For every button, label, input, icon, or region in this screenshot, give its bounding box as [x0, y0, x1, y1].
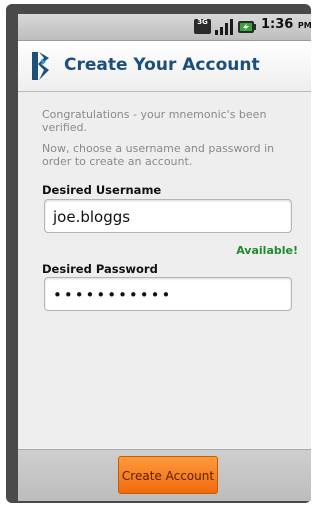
- bottom-action-bar: Create Account: [18, 449, 311, 501]
- battery-charging-icon: [238, 21, 256, 33]
- username-input[interactable]: joe.bloggs: [44, 199, 292, 233]
- network-label: 3G: [197, 18, 208, 26]
- phone-screen: 3G 1:36 PM Create Your Account Congratul…: [18, 14, 311, 501]
- clock-ampm: PM: [297, 21, 311, 30]
- instructions-message: Now, choose a username and password in o…: [42, 142, 275, 168]
- password-label: Desired Password: [42, 262, 158, 276]
- signal-strength-icon: [215, 19, 233, 35]
- availability-status: Available!: [236, 244, 298, 257]
- page-title: Create Your Account: [64, 55, 260, 75]
- clock-time: 1:36: [261, 17, 294, 32]
- app-logo-icon: [32, 52, 49, 80]
- password-input[interactable]: •••••••••••: [44, 277, 292, 311]
- network-3g-icon: 3G: [194, 19, 211, 34]
- title-bar: Create Your Account: [18, 41, 311, 92]
- verified-message: Congratulations - your mnemonic's been v…: [42, 108, 267, 134]
- device-frame: 3G 1:36 PM Create Your Account Congratul…: [6, 4, 311, 503]
- create-account-button[interactable]: Create Account: [118, 456, 218, 494]
- username-label: Desired Username: [42, 183, 162, 197]
- form-content: Congratulations - your mnemonic's been v…: [18, 92, 311, 448]
- status-clock: 1:36 PM: [261, 17, 311, 32]
- status-bar: 3G 1:36 PM: [18, 14, 311, 41]
